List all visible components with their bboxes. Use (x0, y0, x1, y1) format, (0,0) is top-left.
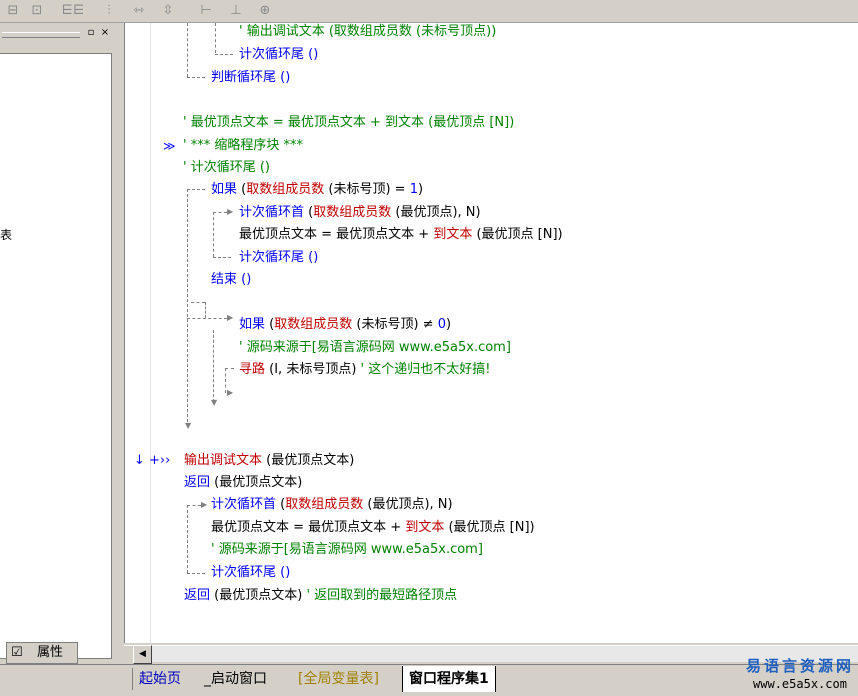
flow-line (225, 368, 226, 393)
flow-line (191, 302, 205, 303)
flow-arrow: ▶ (227, 207, 234, 216)
flow-line (213, 212, 214, 257)
flow-line (187, 189, 205, 190)
h-space-icon[interactable]: ⊢ (196, 1, 216, 20)
flow-line (213, 330, 214, 402)
code-line[interactable]: ' 输出调试文本 (取数组成员数 (未标号顶点)) (239, 24, 496, 40)
left-panel: ▫ × 表 (0, 23, 121, 663)
equal-height-icon[interactable]: ⇳ (158, 1, 178, 20)
flow-arrow: ▶ (227, 313, 234, 322)
gutter-separator (150, 23, 151, 645)
flow-line (187, 505, 188, 573)
alignment-toolbar: ⊟ ⊡ ⋿⋿ ⫶ ⇿ ⇳ ⊢ ⊥ ⊕ (0, 0, 858, 23)
flow-arrow: ▼ (211, 398, 218, 407)
flow-line (187, 189, 188, 422)
tab-window-class[interactable]: 窗口程序集1 (402, 666, 496, 692)
flow-line (213, 257, 231, 258)
code-line[interactable]: 最优顶点文本 = 最优顶点文本 + 到文本 (最优顶点 [N]) (211, 520, 535, 536)
flow-line (187, 505, 201, 506)
code-line[interactable]: 如果 (取数组成员数 (未标号顶) = 1) (211, 182, 423, 198)
code-line[interactable]: 输出调试文本 (最优顶点文本) (184, 453, 354, 469)
code-comment[interactable]: ' *** 缩略程序块 *** (183, 138, 303, 154)
watermark-cn: 易语言资源网 (745, 657, 854, 675)
v-space-icon[interactable]: ⊥ (226, 1, 246, 20)
code-line[interactable]: 最优顶点文本 = 最优顶点文本 + 到文本 (最优顶点 [N]) (239, 227, 563, 243)
code-line[interactable]: 结束 () (211, 272, 251, 288)
flow-line (205, 302, 206, 318)
tab-start-page[interactable]: 起始页 (132, 668, 187, 690)
code-line[interactable]: 如果 (取数组成员数 (未标号顶) ≠ 0) (239, 317, 451, 333)
align-middle-icon[interactable]: ⫶ (99, 1, 119, 20)
properties-tab[interactable]: ☑ 属性 (6, 642, 78, 664)
watermark-url: www.e5a5x.com (753, 677, 847, 691)
center-icon[interactable]: ⊕ (255, 1, 275, 20)
properties-icon: ☑ (11, 645, 23, 660)
code-line[interactable]: 寻路 (I, 未标号顶点) ' 这个递归也不太好搞! (239, 362, 490, 378)
align-left-icon[interactable]: ⊟ (3, 1, 23, 20)
flow-line (187, 573, 205, 574)
flow-line (187, 23, 188, 77)
panel-list[interactable]: 表 (0, 53, 112, 659)
close-icon[interactable]: × (99, 27, 111, 38)
code-line[interactable]: 返回 (最优顶点文本) (184, 475, 302, 491)
flow-arrow: ▼ (185, 421, 192, 430)
panel-grip[interactable] (2, 32, 80, 38)
code-line[interactable]: 判断循环尾 () (211, 70, 290, 86)
panel-header: ▫ × (0, 23, 121, 43)
equal-width-icon[interactable]: ⇿ (129, 1, 149, 20)
properties-tab-label: 属性 (37, 645, 64, 660)
collapse-marker-icon[interactable]: ≫ (163, 138, 176, 154)
code-line[interactable]: 返回 (最优顶点文本) ' 返回取到的最短路径顶点 (184, 588, 457, 604)
breakpoint-marker-icon[interactable]: ↓ +›› (134, 453, 170, 469)
align-top-icon[interactable]: ⋿⋿ (51, 1, 95, 20)
code-line[interactable]: 计次循环首 (取数组成员数 (最优顶点), N) (239, 205, 481, 221)
flow-line (215, 54, 233, 55)
align-center-icon[interactable]: ⊡ (27, 1, 47, 20)
code-comment[interactable]: ' 计次循环尾 () (183, 160, 270, 176)
flow-line (187, 77, 205, 78)
flow-line (225, 368, 234, 369)
pin-icon[interactable]: ▫ (85, 27, 97, 38)
code-comment[interactable]: ' 源码来源于[易语言源码网 www.e5a5x.com] (211, 542, 483, 558)
truncated-list-text: 表 (0, 228, 13, 242)
flow-line (187, 318, 227, 319)
flow-arrow: ▶ (227, 388, 234, 397)
flow-line (213, 212, 227, 213)
code-line[interactable]: 计次循环尾 () (239, 250, 318, 266)
code-line[interactable]: 计次循环首 (取数组成员数 (最优顶点), N) (211, 497, 453, 513)
tab-global-variables[interactable]: [全局变量表] (292, 668, 385, 690)
code-comment[interactable]: ' 源码来源于[易语言源码网 www.e5a5x.com] (239, 340, 511, 356)
code-line[interactable]: 计次循环尾 () (211, 565, 290, 581)
flow-line (215, 23, 216, 53)
scroll-left-icon[interactable]: ◀ (133, 645, 152, 664)
flow-arrow: ▶ (201, 500, 208, 509)
code-comment[interactable]: ' 最优顶点文本 = 最优顶点文本 + 到文本 (最优顶点 [N]) (183, 115, 514, 131)
site-watermark: 易语言资源网 www.e5a5x.com (742, 655, 858, 695)
code-line[interactable]: 计次循环尾 () (239, 47, 318, 63)
tab-startup-window[interactable]: _启动窗口 (198, 668, 273, 690)
